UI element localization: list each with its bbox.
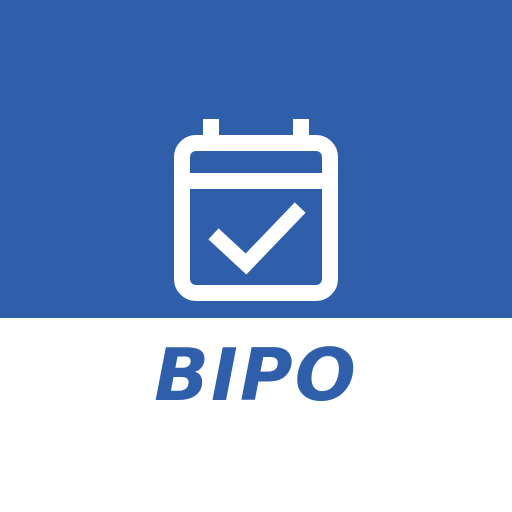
app-icon[interactable]: BIPO (0, 0, 512, 512)
calendar-check-icon (174, 119, 338, 301)
brand-name: BIPO (154, 333, 358, 417)
